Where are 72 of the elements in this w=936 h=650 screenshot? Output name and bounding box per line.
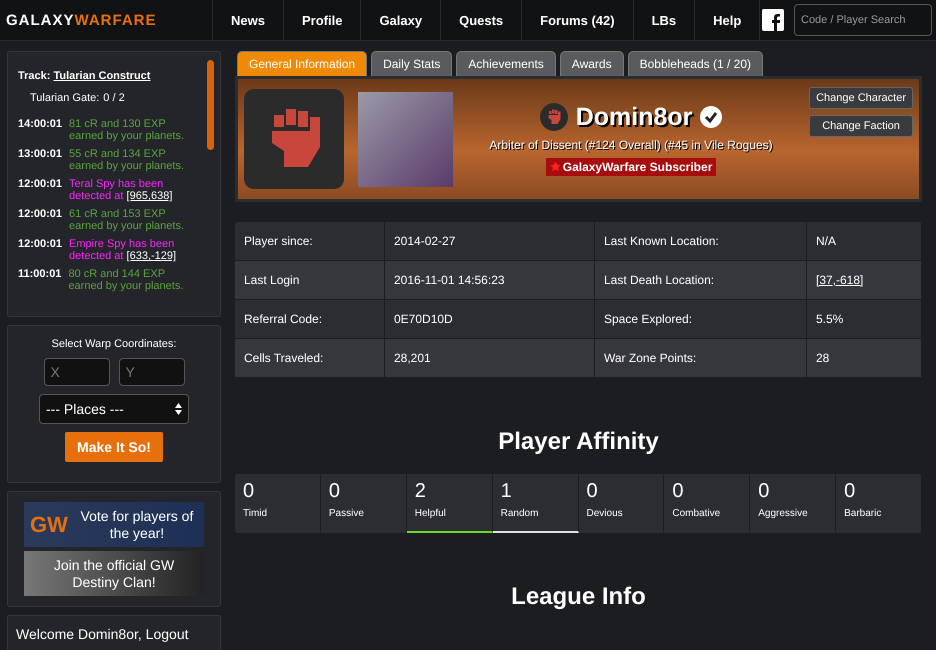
nav-link[interactable]: Quests: [440, 0, 522, 40]
goal-count: 0 / 2: [103, 92, 125, 104]
track-link[interactable]: Tularian Construct: [53, 70, 150, 82]
stat-label: Last Login: [235, 261, 385, 300]
y-input[interactable]: Y: [118, 358, 184, 386]
section-heading: Player Affinity: [497, 428, 660, 456]
stat-label: War Zone Points:: [595, 339, 807, 378]
nav-link[interactable]: Forums (42): [521, 0, 633, 40]
nav-link[interactable]: Help: [694, 0, 760, 40]
log-time: 12:00:01: [18, 178, 62, 192]
tab[interactable]: Bobbleheads (1 / 20): [628, 51, 764, 76]
star-icon: [550, 161, 561, 172]
track-label: Track:: [18, 70, 52, 82]
log-time: 12:00:01: [18, 238, 62, 252]
promo-banner[interactable]: Join the official GW Destiny Clan!: [24, 551, 204, 596]
profile-action-button[interactable]: Change Faction: [809, 115, 913, 137]
tab[interactable]: Awards: [560, 51, 624, 76]
x-input[interactable]: X: [44, 358, 110, 386]
affinity-cell: 0 Devious: [578, 474, 664, 533]
nav-link[interactable]: News: [212, 0, 283, 40]
log-message: Teral Spy has been detected at [965,638]: [69, 178, 174, 202]
affinity-cell: 0 Aggressive: [750, 474, 836, 533]
affinity-cell: 0 Timid: [235, 474, 321, 533]
stat-value: 28,201: [385, 339, 595, 378]
coordinates-link[interactable]: [965,638]: [126, 190, 172, 202]
log-time: 11:00:01: [18, 268, 62, 282]
stat-value: 28: [807, 339, 922, 378]
stat-label: Referral Code:: [235, 300, 385, 339]
tab[interactable]: Daily Stats: [371, 51, 452, 76]
stat-value: N/A: [807, 222, 922, 261]
scrollbar-thumb[interactable]: [207, 60, 214, 150]
subscriber-badge: GalaxyWarfare Subscriber: [546, 158, 716, 176]
location-link[interactable]: [37,-618]: [816, 273, 864, 287]
logo[interactable]: GALAXYWARFARE: [0, 0, 212, 40]
nav-link[interactable]: Profile: [282, 0, 360, 40]
places-select[interactable]: --- Places ---: [39, 394, 189, 424]
log-time: 13:00:01: [18, 148, 62, 162]
affinity-cell: 1 Random: [492, 474, 578, 533]
affinity-cell: 0 Combative: [664, 474, 750, 533]
stat-label: Last Known Location:: [595, 222, 807, 261]
facebook-icon[interactable]: [762, 9, 784, 31]
log-message: 80 cR and 144 EXP earned by your planets.: [68, 268, 184, 292]
affinity-cell: 2 Helpful: [406, 474, 493, 533]
stat-label: Last Death Location:: [595, 261, 807, 300]
nav-link[interactable]: Galaxy: [360, 0, 440, 40]
stat-label: Cells Traveled:: [235, 339, 385, 378]
updown-arrows-icon: [175, 403, 182, 415]
warp-title: Select Warp Coordinates:: [52, 338, 176, 350]
stat-value: 0E70D10D: [385, 300, 595, 339]
section-heading: League Info: [510, 583, 647, 611]
search-field[interactable]: Code / Player Search: [794, 4, 932, 36]
nav-link[interactable]: LBs: [632, 0, 694, 40]
welcome-text: Welcome Domin8or, Logout: [16, 626, 188, 642]
stat-value: 2014-02-27: [385, 222, 595, 261]
affinity-cell: 0 Passive: [320, 474, 407, 533]
stat-value: 2016-11-01 14:56:23: [385, 261, 595, 300]
log-time: 14:00:01: [18, 118, 62, 132]
coordinates-link[interactable]: [633,-129]: [126, 250, 176, 262]
player-name: Domin8or: [576, 102, 692, 132]
profile-action-button[interactable]: Change Character: [809, 87, 913, 109]
player-rank: Arbiter of Dissent (#124 Overall) (#45 in Vile Rogues): [489, 138, 773, 152]
log-message: 55 cR and 134 EXP earned by your planets.: [69, 148, 186, 172]
log-time: 12:00:01: [18, 208, 62, 222]
stat-label: Space Explored:: [595, 300, 807, 339]
tab[interactable]: Achievements: [456, 51, 556, 76]
log-message: 61 cR and 153 EXP earned by your planets.: [69, 208, 186, 232]
stat-label: Player since:: [235, 222, 385, 261]
log-message: Empire Spy has been detected at [633,-129]: [69, 238, 178, 262]
goal-label: Tularian Gate:: [30, 92, 100, 104]
log-message: 81 cR and 130 EXP earned by your planets.: [69, 118, 186, 142]
affinity-cell: 0 Barbaric: [836, 474, 922, 533]
stat-value: 5.5%: [807, 300, 922, 339]
